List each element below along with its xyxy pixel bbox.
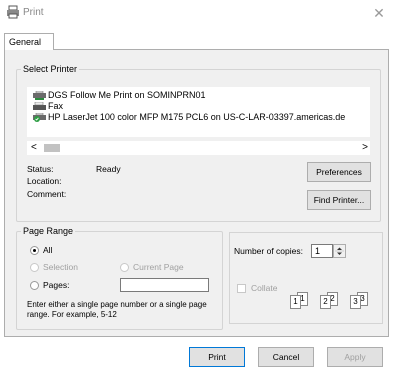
printer-list-item[interactable]: DGS Follow Me Print on SOMINPRN01 [33,90,370,101]
dialog-footer: Print Cancel Apply [0,343,393,369]
printer-name: DGS Follow Me Print on SOMINPRN01 [48,90,206,100]
scroll-right-arrow-icon[interactable]: > [362,142,368,153]
printer-list-scrollbar[interactable]: < > [27,141,370,155]
radio-current-page-label: Current Page [133,262,184,272]
window-title: Print [23,7,44,18]
radio-pages-label: Pages: [43,280,70,290]
collate-pages-2-icon: 2 2 [318,292,340,309]
default-network-printer-icon [33,113,46,122]
page-range-legend: Page Range [23,226,74,236]
title-bar: Print ✕ [0,0,393,26]
pages-input[interactable] [120,278,209,292]
radio-button[interactable] [30,280,39,290]
collate-label: Collate [251,283,278,293]
printer-name: HP LaserJet 100 color MFP M175 PCL6 on U… [48,112,346,122]
radio-button[interactable] [30,245,39,255]
tab-general[interactable]: General [4,33,54,50]
status-label: Status: [27,164,54,174]
cancel-button[interactable]: Cancel [258,347,314,367]
printer-list-item[interactable]: Fax [33,101,370,112]
radio-selection[interactable]: Selection [30,262,78,272]
radio-current-page[interactable]: Current Page [120,262,184,272]
radio-selection-label: Selection [43,262,78,272]
printer-icon [7,5,19,19]
radio-all[interactable]: All [30,245,52,255]
find-printer-button[interactable]: Find Printer... [307,190,371,210]
page-range-hint: Enter either a single page number or a s… [27,300,207,319]
collate-pages-1-icon: 1 1 [288,292,310,309]
apply-button[interactable]: Apply [327,347,383,367]
location-label: Location: [27,176,62,186]
radio-button[interactable] [120,262,129,272]
number-of-copies-label: Number of copies: [234,246,303,256]
printer-name: Fax [48,101,64,111]
copies-input[interactable]: 1 [311,244,333,258]
copies-spinner[interactable] [333,244,346,258]
spinner-arrows-icon[interactable] [334,245,345,257]
scroll-thumb[interactable] [44,144,60,152]
comment-label: Comment: [27,189,67,199]
scroll-left-arrow-icon[interactable]: < [31,142,37,153]
collate-pages-3-icon: 3 3 [348,292,370,309]
network-printer-icon [33,91,46,100]
select-printer-legend: Select Printer [23,64,78,74]
printer-list[interactable]: DGS Follow Me Print on SOMINPRN01 Fax HP… [27,87,370,137]
close-button[interactable]: ✕ [365,0,393,26]
radio-all-label: All [43,245,53,255]
fax-icon [33,102,46,110]
collate-checkbox[interactable] [237,284,246,293]
radio-button[interactable] [30,262,39,272]
printer-list-item-selected[interactable]: HP LaserJet 100 color MFP M175 PCL6 on U… [33,112,370,123]
preferences-button[interactable]: Preferences [307,162,371,182]
print-button[interactable]: Print [189,347,245,367]
status-value: Ready [96,164,121,174]
radio-pages[interactable]: Pages: [30,280,69,290]
